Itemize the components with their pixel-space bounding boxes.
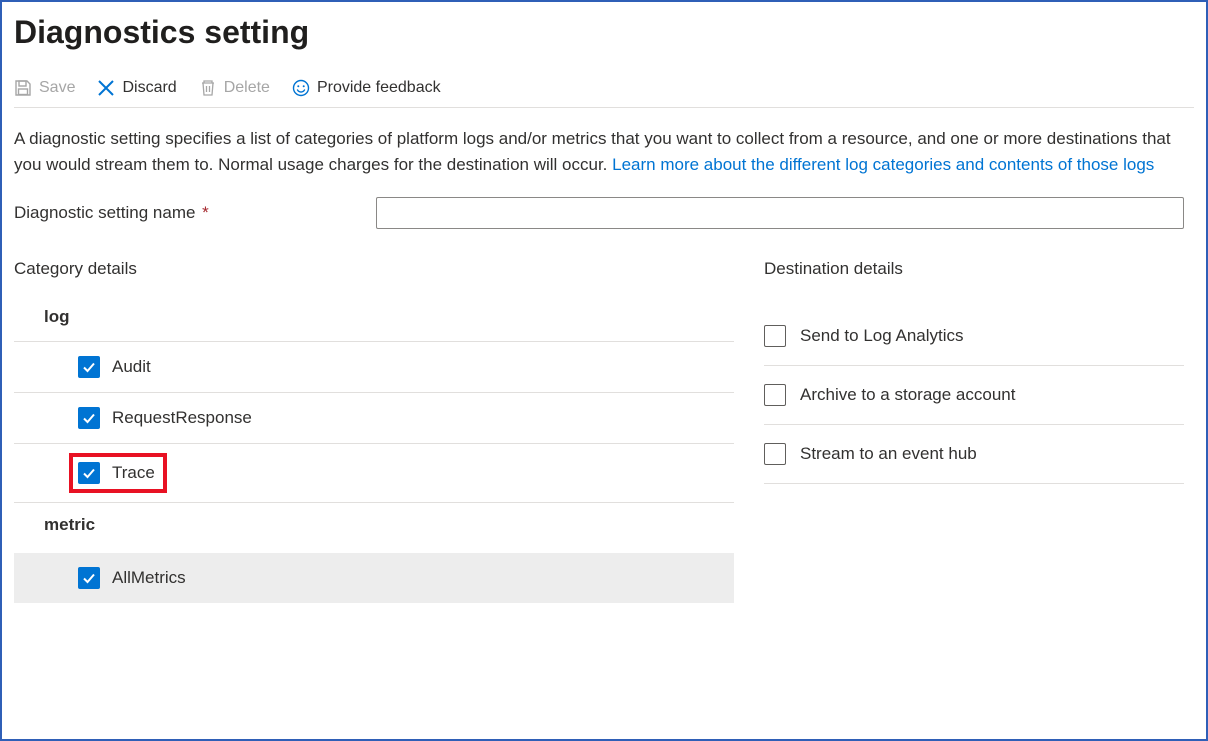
highlight-box: Trace: [69, 453, 167, 493]
category-details-header: Category details: [14, 259, 734, 279]
log-item-audit[interactable]: Audit: [14, 342, 734, 393]
metric-item-allmetrics[interactable]: AllMetrics: [14, 553, 734, 603]
checkbox-checked-icon[interactable]: [78, 356, 100, 378]
close-icon: [97, 79, 115, 97]
destination-label: Stream to an event hub: [800, 444, 977, 464]
discard-label: Discard: [122, 79, 176, 97]
checkbox-unchecked-icon[interactable]: [764, 384, 786, 406]
log-item-label: Trace: [112, 463, 155, 483]
metric-item-label: AllMetrics: [112, 568, 186, 588]
destination-label: Send to Log Analytics: [800, 326, 964, 346]
trash-icon: [199, 79, 217, 97]
checkbox-unchecked-icon[interactable]: [764, 325, 786, 347]
save-label: Save: [39, 79, 75, 97]
destination-details-header: Destination details: [764, 259, 1184, 279]
log-item-requestresponse[interactable]: RequestResponse: [14, 393, 734, 444]
log-subgroup-label: log: [14, 307, 734, 342]
setting-name-label-text: Diagnostic setting name: [14, 203, 195, 222]
destination-label: Archive to a storage account: [800, 385, 1015, 405]
smiley-icon: [292, 79, 310, 97]
setting-name-input[interactable]: [376, 197, 1184, 229]
description-text: A diagnostic setting specifies a list of…: [14, 126, 1194, 177]
destination-event-hub[interactable]: Stream to an event hub: [764, 425, 1184, 484]
feedback-button[interactable]: Provide feedback: [292, 79, 441, 97]
delete-button[interactable]: Delete: [199, 79, 270, 97]
destination-log-analytics[interactable]: Send to Log Analytics: [764, 307, 1184, 366]
checkbox-checked-icon[interactable]: [78, 567, 100, 589]
log-item-label: Audit: [112, 357, 151, 377]
save-icon: [14, 79, 32, 97]
destination-storage-account[interactable]: Archive to a storage account: [764, 366, 1184, 425]
feedback-label: Provide feedback: [317, 79, 441, 97]
setting-name-label: Diagnostic setting name *: [14, 203, 376, 223]
checkbox-checked-icon[interactable]: [78, 407, 100, 429]
checkbox-unchecked-icon[interactable]: [764, 443, 786, 465]
toolbar: Save Discard Delete Provide feedback: [14, 79, 1194, 108]
log-item-label: RequestResponse: [112, 408, 252, 428]
required-marker: *: [202, 203, 209, 222]
learn-more-link[interactable]: Learn more about the different log categ…: [612, 155, 1154, 174]
page-title: Diagnostics setting: [14, 14, 1194, 51]
discard-button[interactable]: Discard: [97, 79, 176, 97]
metric-subgroup-label: metric: [14, 515, 734, 549]
checkbox-checked-icon[interactable]: [78, 462, 100, 484]
delete-label: Delete: [224, 79, 270, 97]
log-item-trace[interactable]: Trace: [14, 444, 734, 503]
save-button[interactable]: Save: [14, 79, 75, 97]
